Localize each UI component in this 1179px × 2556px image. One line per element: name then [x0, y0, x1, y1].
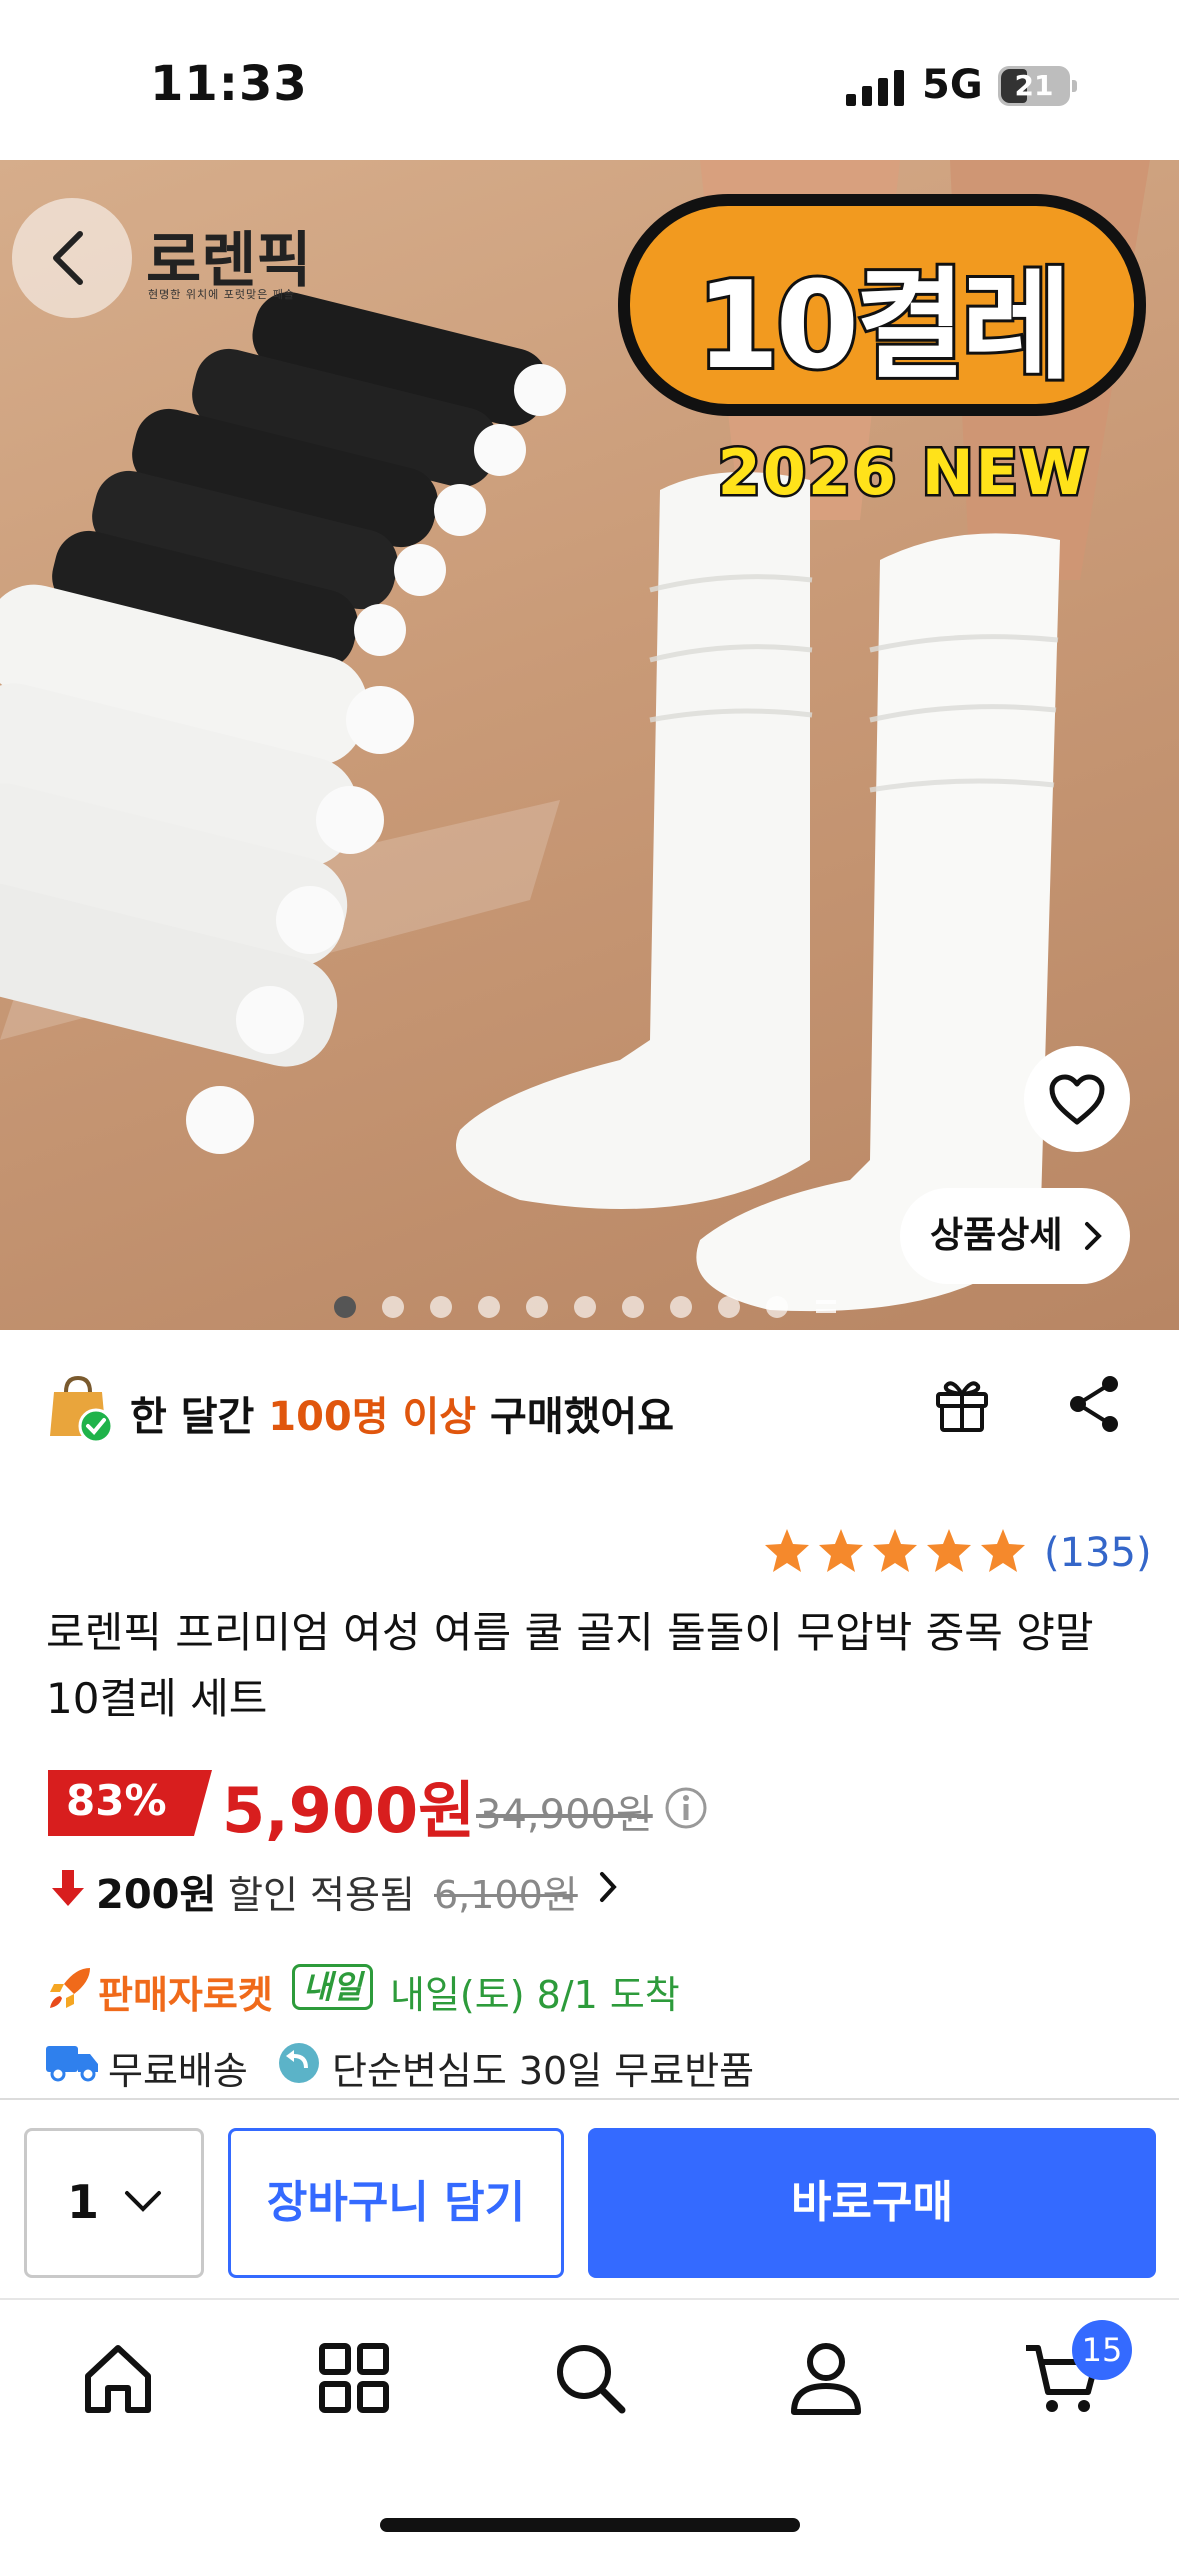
truck-icon [46, 2046, 98, 2082]
coupon-original-price: 6,100원 [434, 1873, 578, 1917]
network-type: 5G [922, 62, 983, 108]
product-detail-label: 상품상세 [930, 1215, 1063, 1256]
original-price: 34,900원 [476, 1792, 653, 1838]
star-icon [873, 1529, 917, 1572]
product-image-carousel[interactable]: 로렌픽 현명한 위치에 포럿맞은 패솔 10켤레 2026 NEW 상품상세 [0, 160, 1179, 1330]
add-to-cart-button[interactable]: 장바구니 담기 [228, 2128, 564, 2278]
back-icon [53, 231, 83, 285]
search-icon[interactable] [550, 2338, 630, 2418]
chevron-right-icon [600, 1872, 617, 1902]
back-button[interactable] [12, 198, 132, 318]
carousel-dot[interactable] [718, 1296, 740, 1318]
review-count[interactable]: (135) [1044, 1530, 1152, 1576]
product-page: 11:33 5G 21 로렌픽 현명한 위치에 포럿맞은 패솔 10켤레 202… [0, 0, 1179, 2556]
purchase-prefix: 한 달간 [130, 1394, 269, 1440]
status-time: 11:33 [150, 56, 308, 112]
status-bar: 11:33 5G 21 [0, 0, 1179, 160]
purchase-suffix: 구매했어요 [476, 1394, 675, 1440]
purchase-highlight: 100명 이상 [268, 1394, 477, 1440]
carousel-dot[interactable] [670, 1296, 692, 1318]
info-icon[interactable] [664, 1786, 708, 1830]
product-detail-button[interactable]: 상품상세 [900, 1188, 1130, 1284]
purchase-count-text: 한 달간 100명 이상 구매했어요 [130, 1384, 674, 1442]
return-icon [279, 2043, 319, 2083]
free-shipping-text: 무료배송 [108, 2049, 248, 2093]
home-icon[interactable] [78, 2338, 158, 2418]
more-images-icon [816, 1300, 836, 1313]
down-arrow-icon [52, 1870, 84, 1906]
sale-price: 5,900원 [222, 1774, 476, 1847]
star-icon [981, 1529, 1025, 1572]
chevron-right-icon [1085, 1222, 1102, 1250]
wishlist-button[interactable] [1024, 1046, 1130, 1152]
star-icon [819, 1529, 863, 1572]
coupon-label: 할인 적용됨 [228, 1873, 415, 1917]
quantity-value: 1 [67, 2175, 100, 2229]
coupon-amount: 200원 [96, 1872, 217, 1918]
carousel-dot[interactable] [622, 1296, 644, 1318]
buy-now-button[interactable]: 바로구매 [588, 2128, 1156, 2278]
new-badge-text: 2026 NEW [715, 434, 1091, 512]
carousel-dot[interactable] [430, 1296, 452, 1318]
purchase-stats-row: 한 달간 100명 이상 구매했어요 [0, 1364, 1179, 1454]
signal-icon [846, 70, 904, 106]
discount-rate: 83% [66, 1776, 167, 1825]
shopping-bag-icon [50, 1375, 114, 1444]
share-icon[interactable] [1064, 1372, 1124, 1436]
rocket-label: 판매자로켓 [98, 1973, 273, 2017]
carousel-dot[interactable] [334, 1296, 356, 1318]
tomorrow-tag: 내일 [292, 1964, 373, 2010]
carousel-dot[interactable] [382, 1296, 404, 1318]
rocket-icon [50, 1968, 90, 2008]
category-icon[interactable] [314, 2338, 394, 2418]
heart-icon [1049, 1074, 1105, 1125]
star-icon [927, 1529, 971, 1572]
brand-tagline: 현명한 위치에 포럿맞은 패솔 [148, 288, 295, 301]
battery-level: 21 [1014, 69, 1054, 102]
gift-icon[interactable] [930, 1372, 994, 1436]
carousel-dot[interactable] [574, 1296, 596, 1318]
quantity-select[interactable]: 1 [24, 2128, 204, 2278]
pack-count-badge: 10켤레 [618, 194, 1146, 416]
discount-badge: 83% [48, 1770, 212, 1836]
carousel-dot[interactable] [526, 1296, 548, 1318]
purchase-action-bar: 1 장바구니 담기 바로구매 [0, 2098, 1179, 2298]
user-icon[interactable] [786, 2338, 866, 2418]
arrival-date: 내일(토) 8/1 도착 [390, 1973, 680, 2017]
chevron-down-icon [125, 2191, 161, 2212]
home-indicator [380, 2518, 800, 2532]
battery-icon: 21 [998, 66, 1078, 106]
cart-count-badge: 15 [1072, 2320, 1132, 2380]
pack-count-text: 10켤레 [693, 254, 1075, 399]
star-icon [765, 1529, 809, 1572]
carousel-dot[interactable] [766, 1296, 788, 1318]
free-return-text: 단순변심도 30일 무료반품 [332, 2049, 755, 2093]
carousel-dot[interactable] [478, 1296, 500, 1318]
product-title: 로렌픽 프리미엄 여성 여름 쿨 골지 돌돌이 무압박 중목 양말 10켤레 세… [46, 1608, 1094, 1723]
